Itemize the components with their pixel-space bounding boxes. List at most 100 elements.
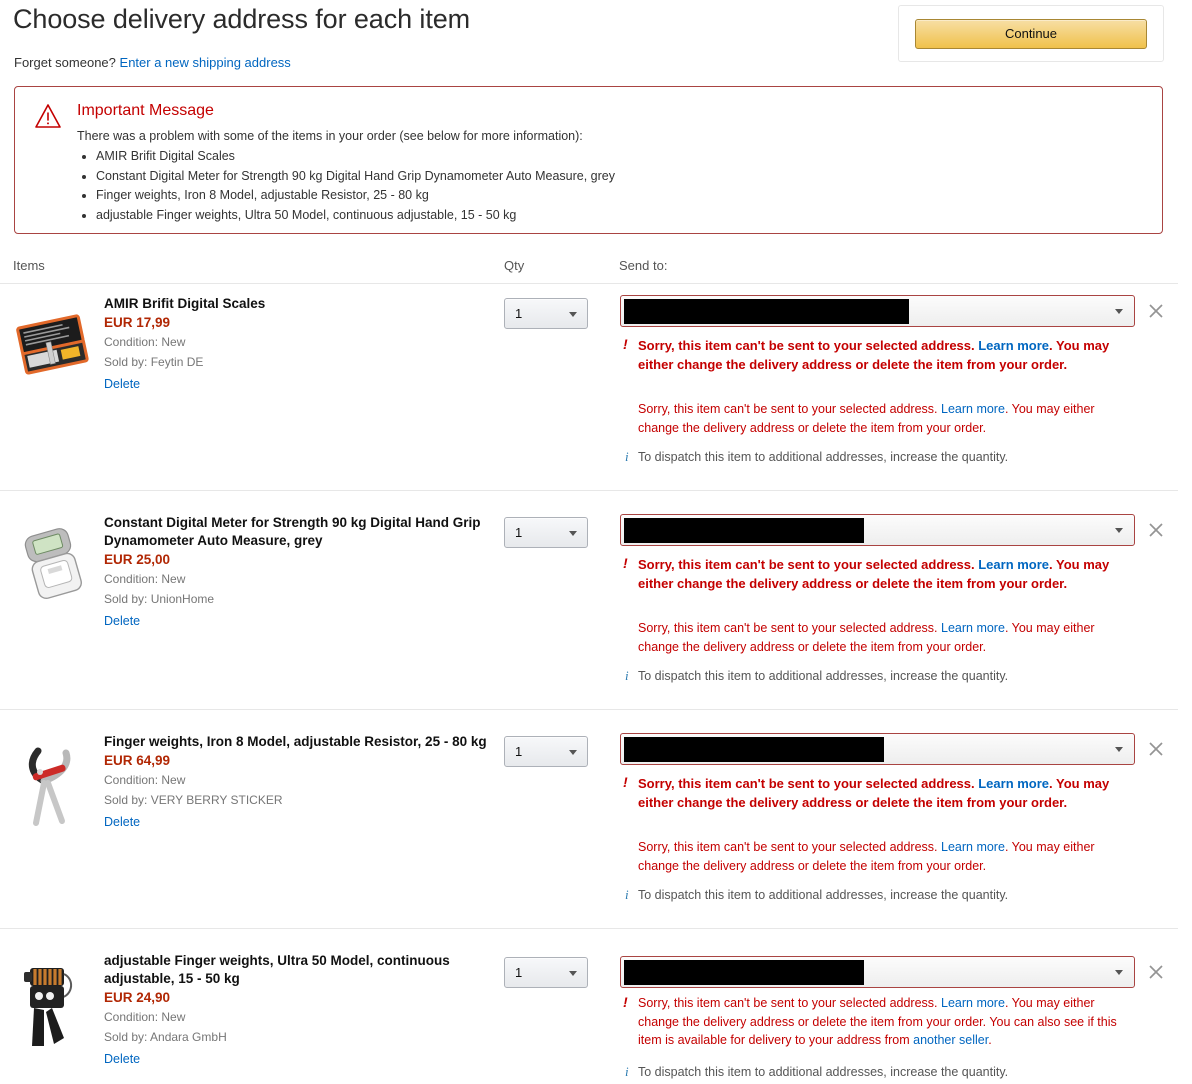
send-to-column: ! Sorry, this item can't be sent to your…: [620, 733, 1180, 905]
forget-someone-label: Forget someone?: [14, 55, 116, 70]
address-dropdown[interactable]: [620, 733, 1135, 765]
item-condition: Condition: New: [104, 572, 186, 586]
important-message-subtitle: There was a problem with some of the ite…: [77, 129, 583, 143]
column-header-qty: Qty: [504, 258, 525, 273]
remove-address-icon[interactable]: [1147, 302, 1165, 320]
address-dropdown[interactable]: [620, 514, 1135, 546]
warning-triangle-icon: [34, 103, 62, 129]
important-message-title: Important Message: [77, 102, 214, 119]
error-message-primary: ! Sorry, this item can't be sent to your…: [620, 555, 1140, 593]
list-item: AMIR Brifit Digital Scales: [96, 147, 615, 167]
list-item: Constant Digital Meter for Strength 90 k…: [96, 167, 615, 187]
error-exclamation-icon: !: [623, 994, 628, 1010]
info-message-text: To dispatch this item to additional addr…: [638, 669, 1009, 683]
learn-more-link[interactable]: Learn more: [978, 338, 1049, 353]
item-seller: Sold by: Feytin DE: [104, 355, 204, 369]
info-icon: i: [625, 1063, 629, 1079]
item-title: adjustable Finger weights, Ultra 50 Mode…: [104, 953, 450, 986]
item-price: EUR 64,99: [104, 753, 171, 768]
remove-address-icon[interactable]: [1147, 963, 1165, 981]
item-info: AMIR Brifit Digital Scales EUR 17,99 Con…: [104, 295, 494, 393]
list-item: Finger weights, Iron 8 Model, adjustable…: [96, 186, 615, 206]
qty-selector-container: 1: [504, 957, 588, 988]
redacted-address-bar: [624, 299, 909, 324]
learn-more-link[interactable]: Learn more: [941, 621, 1005, 635]
item-info: adjustable Finger weights, Ultra 50 Mode…: [104, 952, 494, 1068]
enter-new-shipping-address-link[interactable]: Enter a new shipping address: [120, 55, 291, 70]
error-message-primary: ! Sorry, this item can't be sent to your…: [620, 336, 1140, 374]
info-icon: i: [625, 668, 629, 683]
qty-selector-container: 1: [504, 736, 588, 767]
error-exclamation-icon: !: [623, 774, 628, 790]
delete-item-link[interactable]: Delete: [104, 815, 140, 829]
error-text-part1: Sorry, this item can't be sent to your s…: [638, 557, 979, 572]
error-text-part1: Sorry, this item can't be sent to your s…: [638, 840, 941, 854]
chevron-down-icon: [569, 749, 577, 755]
column-header-items: Items: [13, 258, 45, 273]
info-icon: i: [625, 449, 629, 464]
learn-more-link[interactable]: Learn more: [978, 776, 1049, 791]
qty-dropdown[interactable]: 1: [504, 957, 588, 988]
error-message-secondary: Sorry, this item can't be sent to your s…: [620, 619, 1130, 656]
error-message-secondary: Sorry, this item can't be sent to your s…: [620, 400, 1130, 437]
info-message-text: To dispatch this item to additional addr…: [638, 888, 1009, 902]
important-message-item-list: AMIR Brifit Digital Scales Constant Digi…: [77, 147, 615, 225]
qty-value: 1: [515, 744, 523, 759]
learn-more-link[interactable]: Learn more: [978, 557, 1049, 572]
error-text-part1: Sorry, this item can't be sent to your s…: [638, 621, 941, 635]
item-title: Constant Digital Meter for Strength 90 k…: [104, 515, 481, 548]
qty-value: 1: [515, 525, 523, 540]
item-price: EUR 25,00: [104, 552, 171, 567]
info-message: i To dispatch this item to additional ad…: [620, 886, 1180, 905]
checkout-page: Choose delivery address for each item Fo…: [0, 0, 1192, 1084]
item-title: AMIR Brifit Digital Scales: [104, 296, 266, 311]
item-seller: Sold by: UnionHome: [104, 592, 215, 606]
learn-more-link[interactable]: Learn more: [941, 996, 1005, 1010]
error-text-period: .: [988, 1033, 992, 1047]
address-dropdown[interactable]: [620, 956, 1135, 988]
learn-more-link[interactable]: Learn more: [941, 840, 1005, 854]
item-condition: Condition: New: [104, 335, 186, 349]
error-exclamation-icon: !: [623, 555, 628, 571]
page-title: Choose delivery address for each item: [13, 4, 471, 34]
info-icon: i: [625, 887, 629, 902]
qty-dropdown[interactable]: 1: [504, 298, 588, 329]
address-dropdown[interactable]: [620, 295, 1135, 327]
item-condition: Condition: New: [104, 773, 186, 787]
item-thumbnail-finger-weights-iron: [14, 739, 96, 831]
learn-more-link[interactable]: Learn more: [941, 402, 1005, 416]
qty-dropdown[interactable]: 1: [504, 517, 588, 548]
item-seller: Sold by: Andara GmbH: [104, 1030, 227, 1044]
qty-dropdown[interactable]: 1: [504, 736, 588, 767]
forget-someone-line: Forget someone? Enter a new shipping add…: [14, 55, 291, 70]
another-seller-link[interactable]: another seller: [913, 1033, 988, 1047]
error-exclamation-icon: !: [623, 336, 628, 352]
table-row: Finger weights, Iron 8 Model, adjustable…: [0, 733, 1192, 929]
info-message-text: To dispatch this item to additional addr…: [638, 450, 1009, 464]
delete-item-link[interactable]: Delete: [104, 377, 140, 391]
item-thumbnail-hand-grip-dynamometer: [14, 520, 96, 612]
continue-button[interactable]: Continue: [915, 18, 1147, 49]
important-message-box: Important Message There was a problem wi…: [14, 86, 1163, 234]
table-row: adjustable Finger weights, Ultra 50 Mode…: [0, 952, 1192, 1084]
error-message-primary: ! Sorry, this item can't be sent to your…: [620, 994, 1130, 1050]
item-title: Finger weights, Iron 8 Model, adjustable…: [104, 734, 487, 749]
item-info: Finger weights, Iron 8 Model, adjustable…: [104, 733, 494, 831]
table-row: AMIR Brifit Digital Scales EUR 17,99 Con…: [0, 295, 1192, 491]
send-to-column: ! Sorry, this item can't be sent to your…: [620, 514, 1180, 686]
remove-address-icon[interactable]: [1147, 740, 1165, 758]
delete-item-link[interactable]: Delete: [104, 614, 140, 628]
error-text-part1: Sorry, this item can't be sent to your s…: [638, 996, 941, 1010]
delete-item-link[interactable]: Delete: [104, 1052, 140, 1066]
qty-selector-container: 1: [504, 517, 588, 548]
header-divider: [0, 283, 1178, 284]
error-text-part1: Sorry, this item can't be sent to your s…: [638, 402, 941, 416]
remove-address-icon[interactable]: [1147, 521, 1165, 539]
redacted-address-bar: [624, 518, 864, 543]
row-divider: [0, 928, 1178, 929]
qty-value: 1: [515, 306, 523, 321]
chevron-down-icon: [569, 311, 577, 317]
chevron-down-icon: [569, 530, 577, 536]
qty-value: 1: [515, 965, 523, 980]
item-price: EUR 17,99: [104, 315, 171, 330]
